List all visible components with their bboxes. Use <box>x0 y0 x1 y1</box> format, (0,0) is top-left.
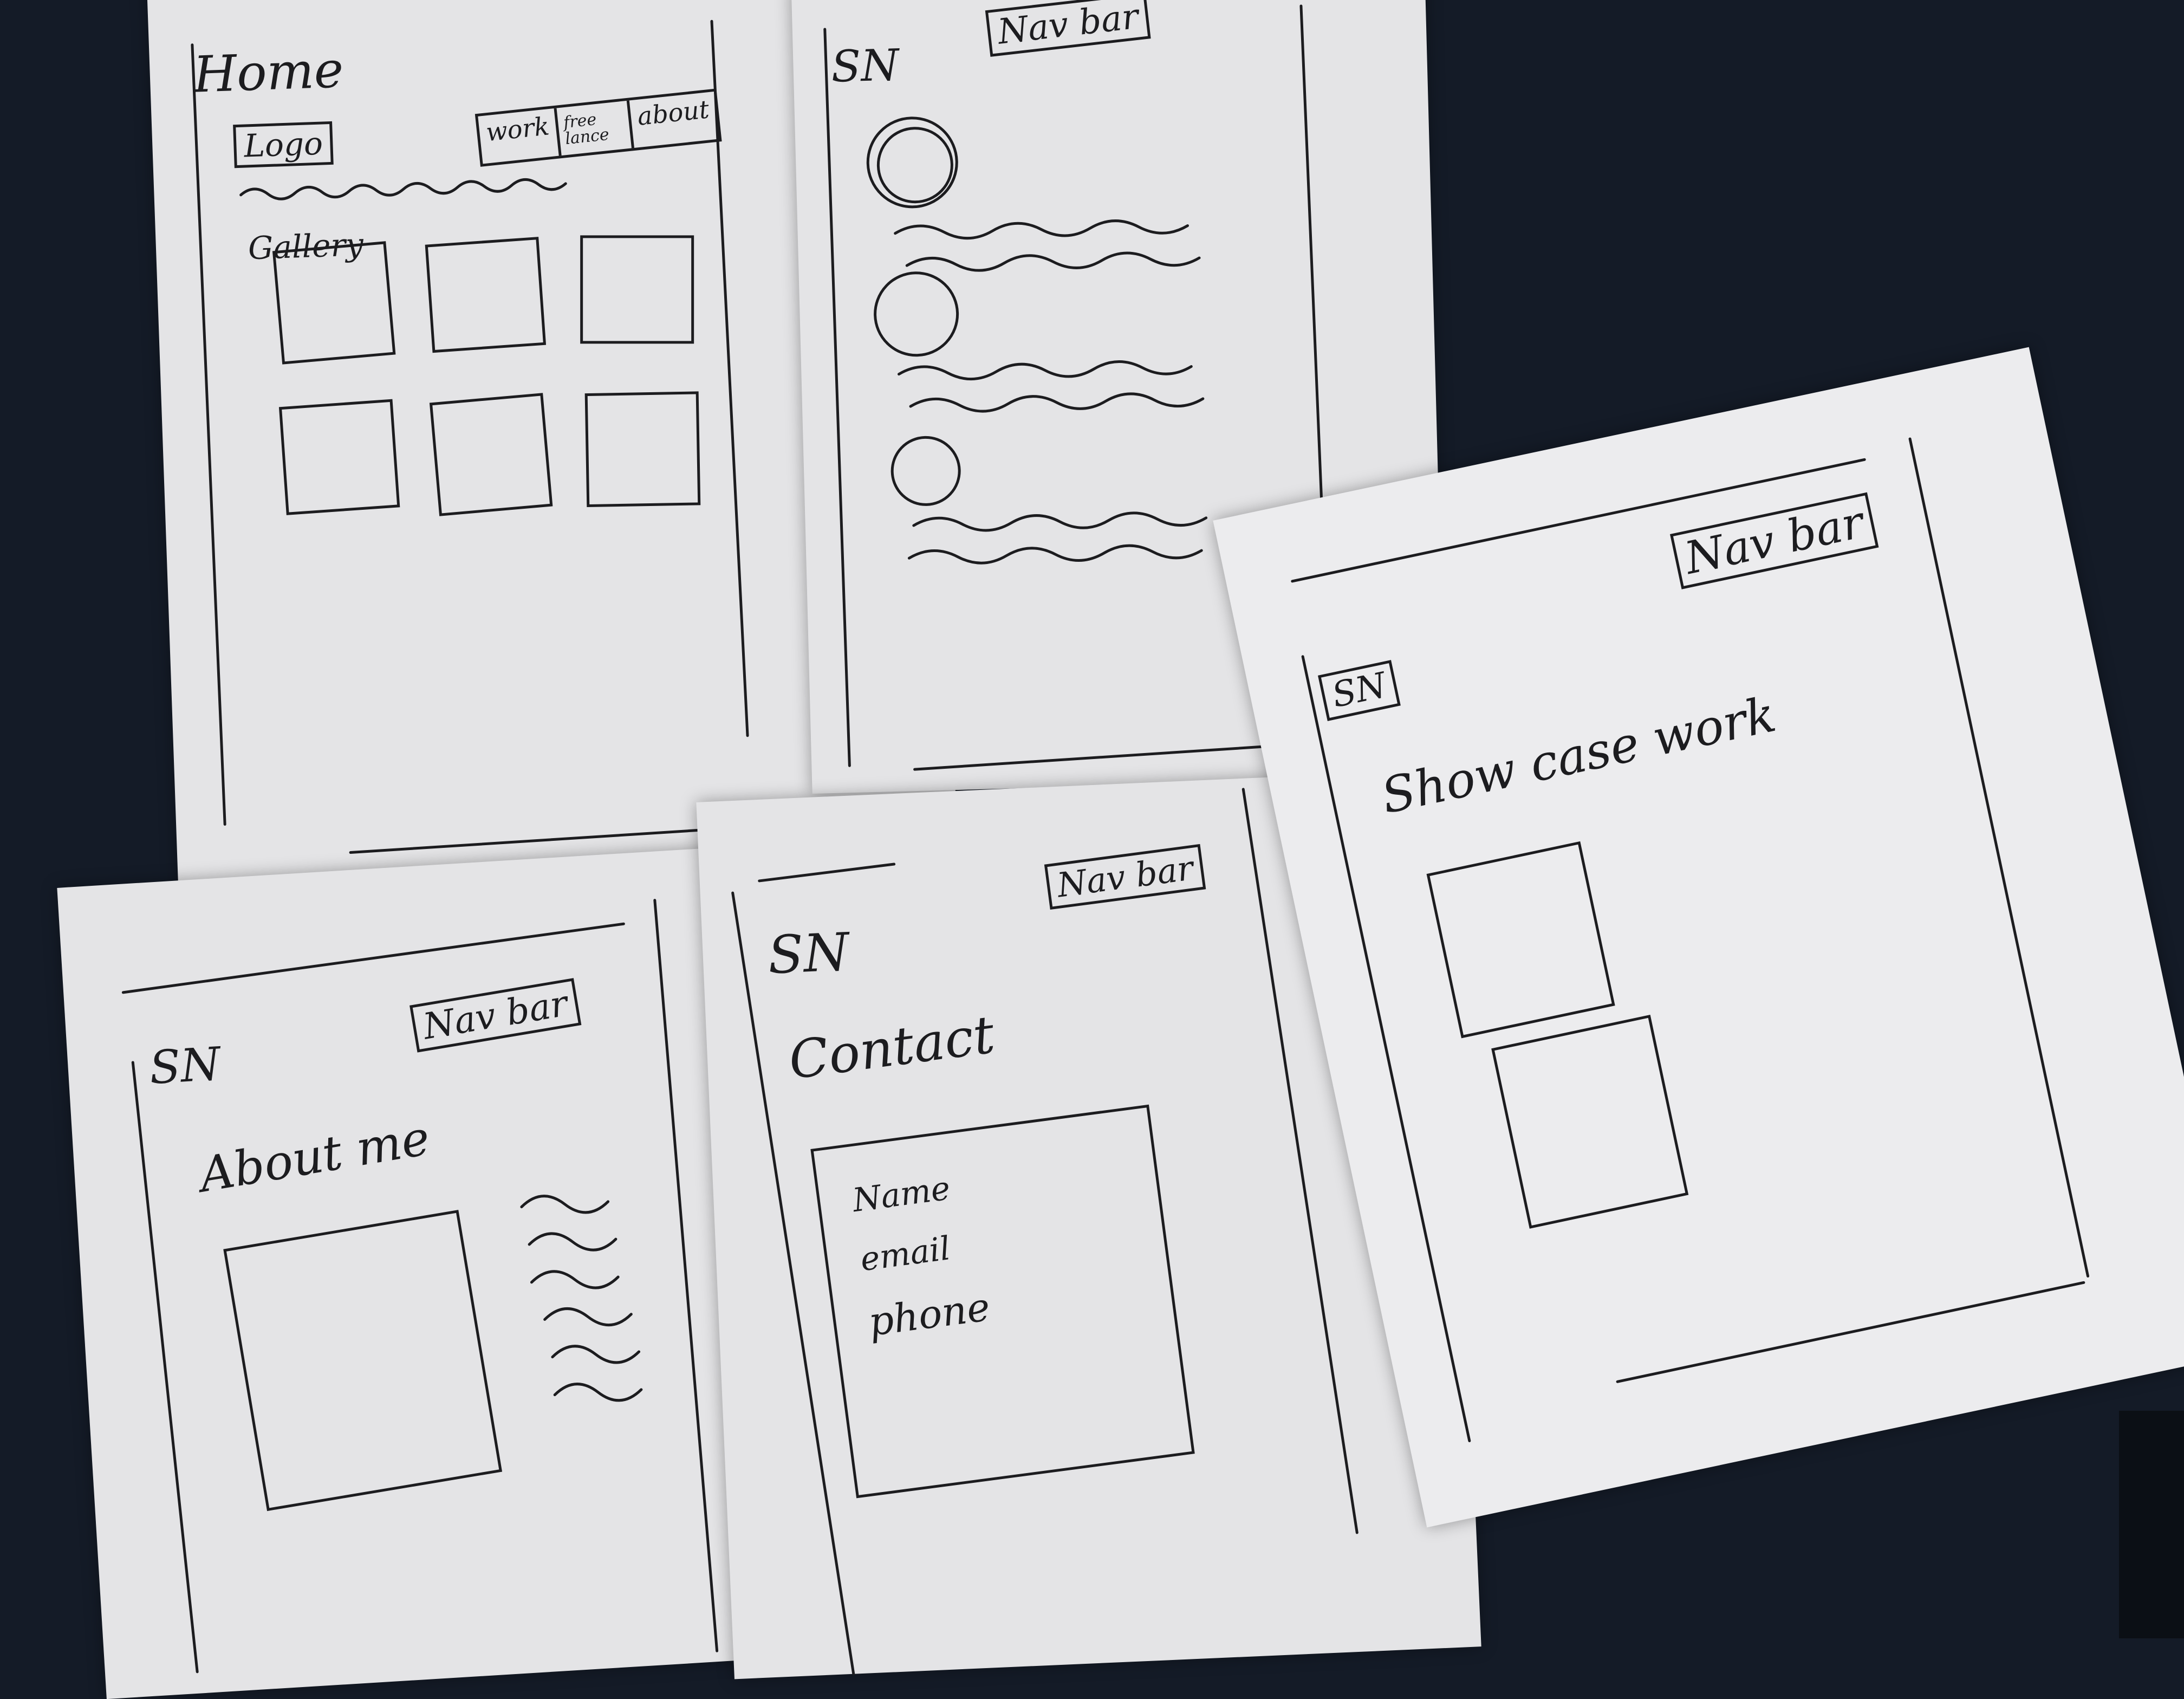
contact-initials: SN <box>766 921 850 986</box>
home-nav-work: work <box>478 108 562 164</box>
blog-initials: SN <box>830 40 900 92</box>
gallery-thumbnail <box>272 241 396 365</box>
device-corner <box>2119 1411 2184 1638</box>
gallery-thumbnail <box>584 391 701 508</box>
about-photo-placeholder <box>223 1210 503 1512</box>
contact-phone-field: phone <box>866 1283 993 1345</box>
about-sketch-sheet: SN Nav bar About me <box>57 847 772 1699</box>
gallery-thumbnail <box>580 235 694 344</box>
contact-form-box: Name email phone <box>810 1104 1195 1499</box>
home-nav-freelance: free lance <box>556 100 634 156</box>
home-gallery-grid <box>272 234 701 519</box>
gallery-thumbnail <box>278 399 400 515</box>
contact-name-field: Name <box>850 1169 953 1220</box>
home-page-title: Home <box>192 41 344 104</box>
about-initials: SN <box>147 1037 222 1095</box>
home-nav-about: about <box>636 94 711 131</box>
gallery-thumbnail <box>429 393 553 516</box>
gallery-thumbnail <box>425 237 547 353</box>
contact-email-field: email <box>858 1229 953 1279</box>
home-logo: Logo <box>233 121 334 168</box>
